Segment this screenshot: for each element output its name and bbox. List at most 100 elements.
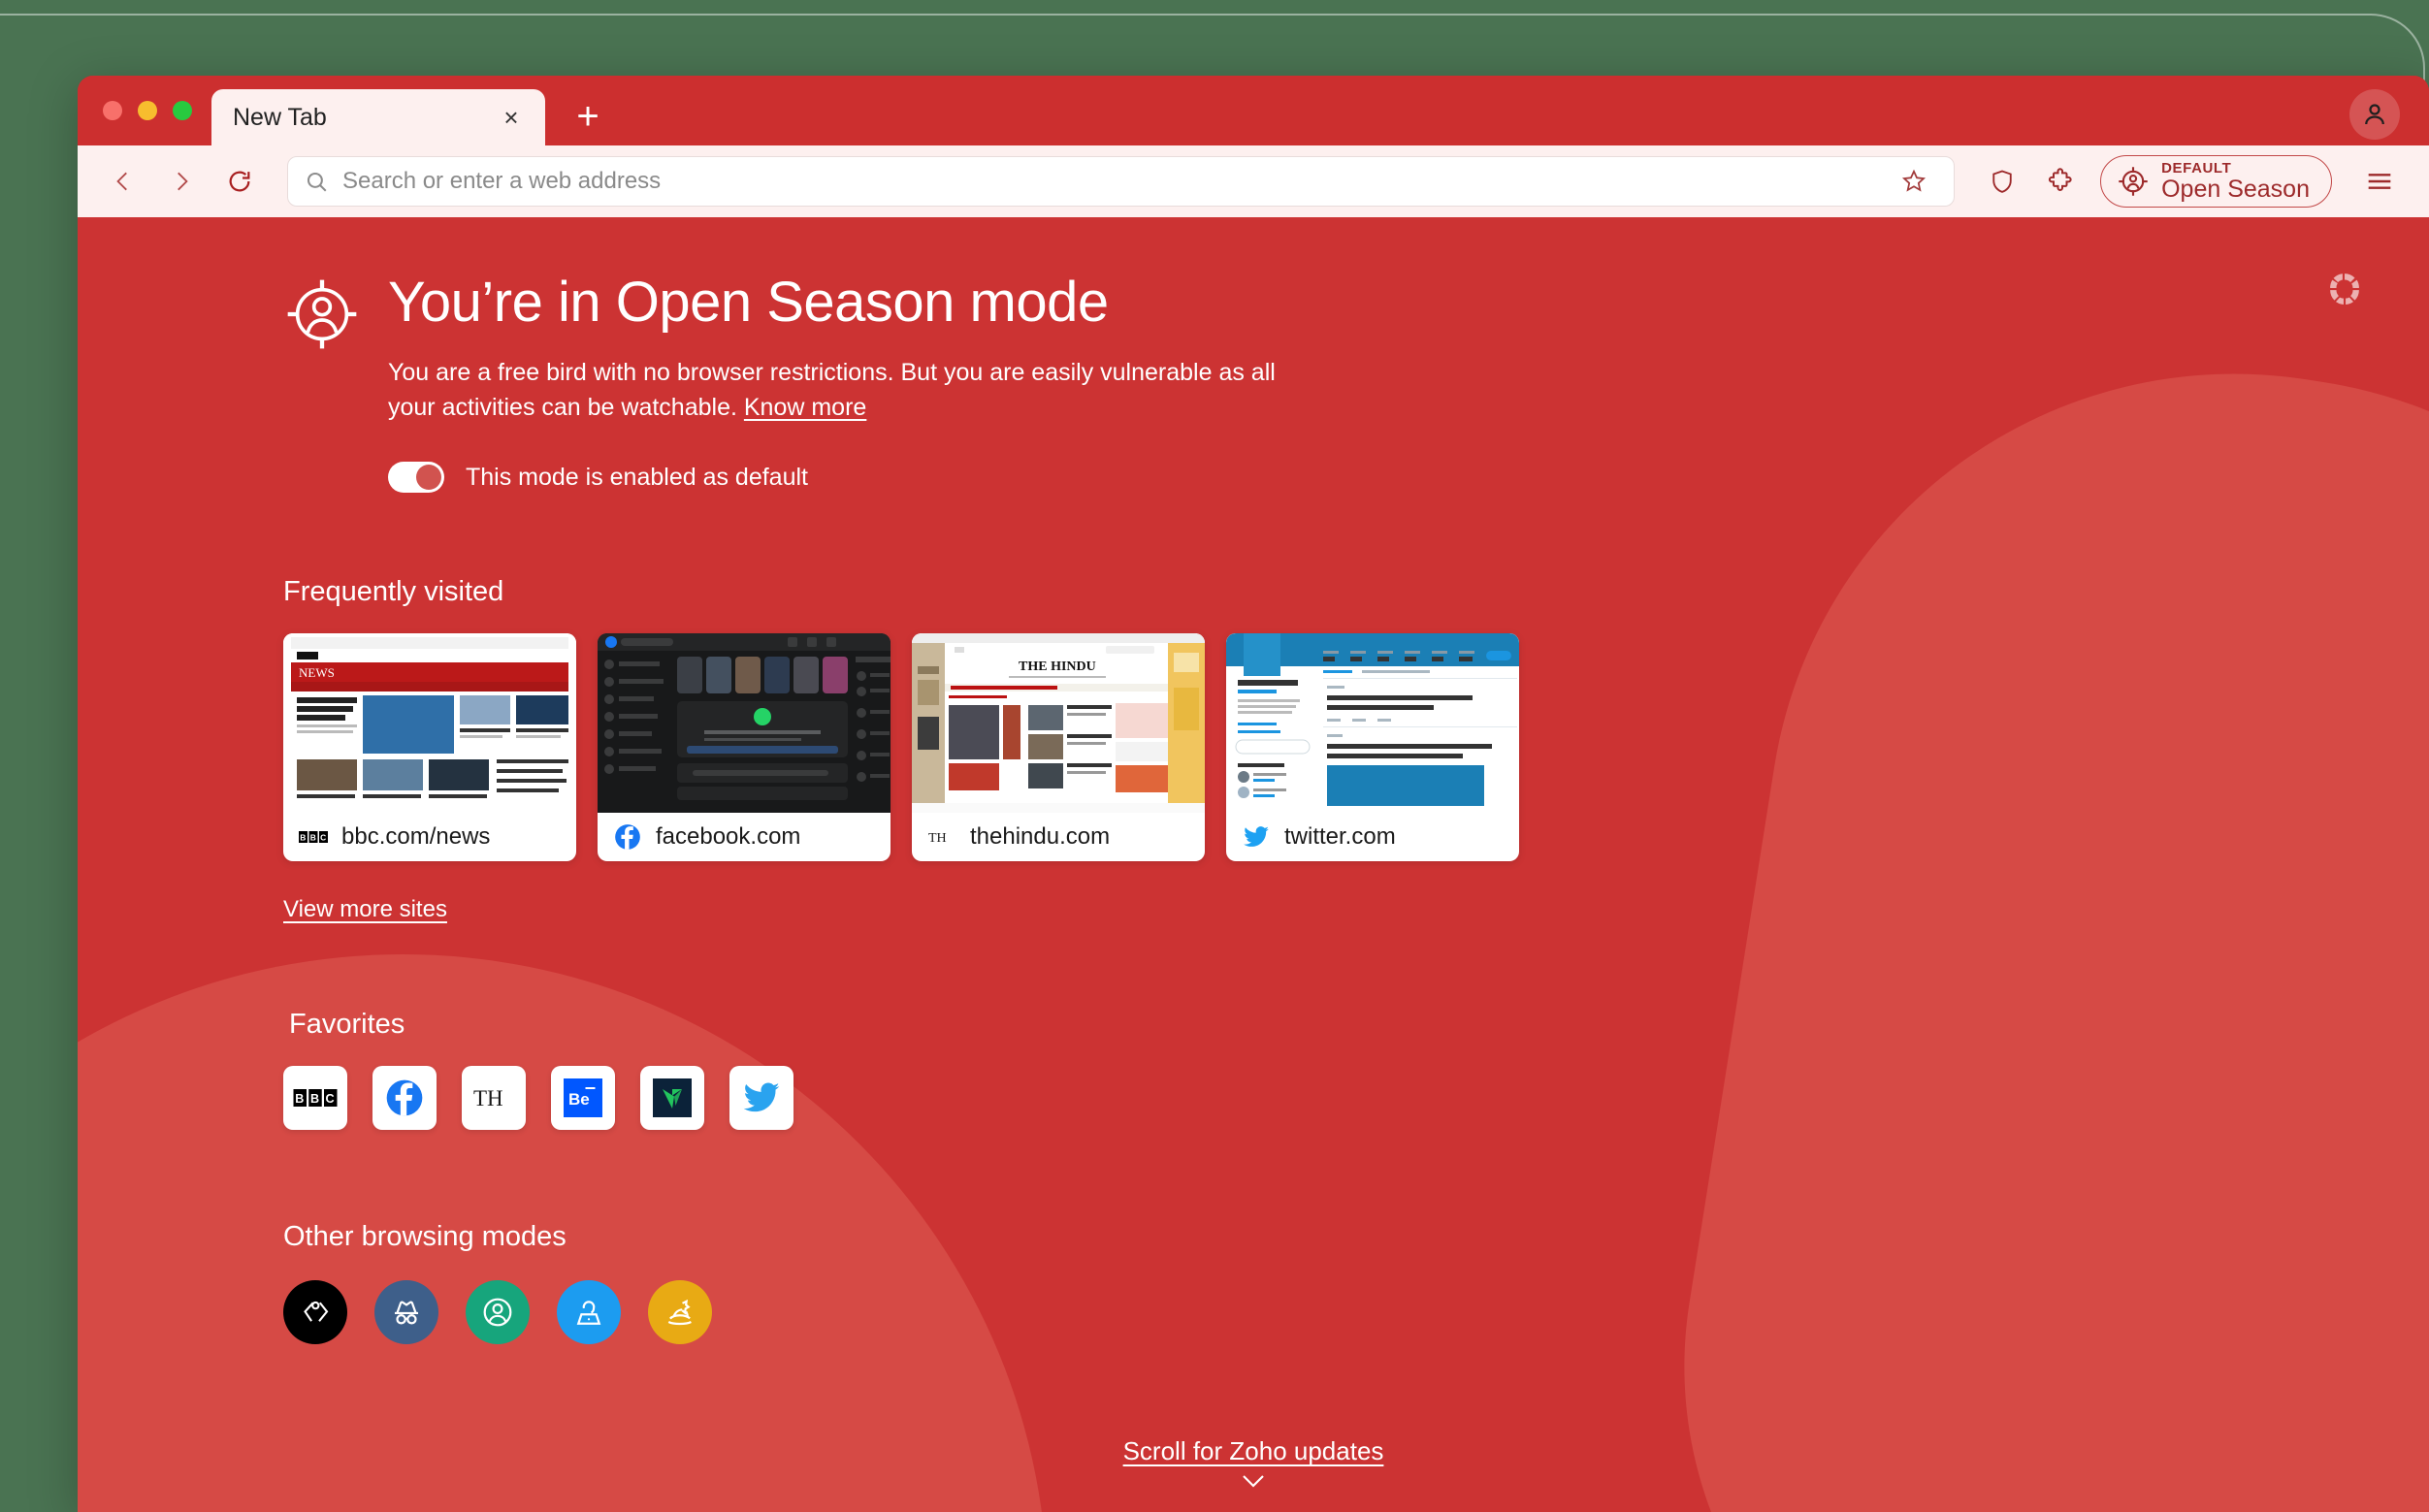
svg-text:Be: Be <box>568 1090 590 1109</box>
frequently-visited-title: Frequently visited <box>283 576 504 607</box>
mode-personal-button[interactable] <box>466 1280 530 1344</box>
svg-text:B: B <box>310 832 316 842</box>
app-menu-button[interactable] <box>2355 157 2404 206</box>
theme-switch-button[interactable] <box>2328 272 2361 309</box>
puzzle-piece-icon <box>2049 168 2072 191</box>
svg-text:TH: TH <box>473 1086 503 1110</box>
other-browsing-modes-title: Other browsing modes <box>283 1221 567 1252</box>
svg-text:THE HINDU: THE HINDU <box>1019 659 1096 674</box>
favorite-item-thehindu[interactable]: TH <box>462 1066 526 1130</box>
page-footer: Scroll for Zoho updates <box>78 1436 2429 1495</box>
tab-title: New Tab <box>233 103 327 131</box>
svg-text:C: C <box>326 1092 335 1106</box>
maximize-window-button[interactable] <box>173 101 192 120</box>
reload-icon <box>229 171 250 192</box>
browsing-mode-pill[interactable]: DEFAULT Open Season <box>2100 155 2332 208</box>
thehindu-logo-icon: TH <box>473 1086 503 1110</box>
page-description: You are a free bird with no browser rest… <box>388 356 1290 425</box>
forward-button[interactable] <box>157 157 206 206</box>
user-avatar-icon <box>2365 104 2384 125</box>
site-label-row: facebook.com <box>598 813 891 861</box>
facebook-logo-icon <box>386 1079 423 1116</box>
address-bar[interactable]: Search or enter a web address <box>287 156 1956 207</box>
site-label: bbc.com/news <box>341 823 491 850</box>
other-browsing-modes-list <box>283 1280 2429 1344</box>
person-laptop-icon <box>576 1301 601 1325</box>
favorite-item-behance[interactable]: Be <box>551 1066 615 1130</box>
crosshair-person-icon <box>2119 167 2148 196</box>
mode-name: Open Season <box>2161 175 2310 203</box>
site-label: twitter.com <box>1284 823 1396 850</box>
bookmark-star-button[interactable] <box>1890 157 1938 206</box>
new-tab-button[interactable]: + <box>561 89 615 144</box>
back-button[interactable] <box>99 157 147 206</box>
window-controls <box>103 101 192 120</box>
svg-text:C: C <box>320 832 326 842</box>
twitter-logo-icon <box>1242 822 1271 852</box>
frequently-visited-list: NEWS B B C bbc.com/news facebook.com THE… <box>283 633 2429 861</box>
profile-avatar-button[interactable] <box>2349 89 2400 140</box>
frequently-visited-card[interactable]: THE HINDU TH thehindu.com <box>912 633 1205 861</box>
site-label-row: twitter.com <box>1226 813 1519 861</box>
page-title: You’re in Open Season mode <box>388 271 1109 334</box>
hamburger-menu-icon <box>2368 174 2391 189</box>
close-tab-icon[interactable]: × <box>495 101 528 134</box>
star-icon <box>1902 169 1927 192</box>
chevron-right-icon <box>178 172 188 191</box>
default-mode-toggle-row: This mode is enabled as default <box>388 462 1290 493</box>
favorite-item-facebook[interactable] <box>372 1066 437 1130</box>
minimize-window-button[interactable] <box>138 101 157 120</box>
frequently-visited-card[interactable]: facebook.com <box>598 633 891 861</box>
facebook-preview <box>598 633 891 813</box>
mode-kicker: DEFAULT <box>2161 160 2232 177</box>
frequently-visited-card[interactable]: twitter.com <box>1226 633 1519 861</box>
know-more-link[interactable]: Know more <box>744 394 866 421</box>
frequently-visited-card[interactable]: NEWS B B C bbc.com/news <box>283 633 576 861</box>
default-mode-toggle[interactable] <box>388 462 444 493</box>
browser-tab[interactable]: New Tab × <box>211 89 545 145</box>
shield-button[interactable] <box>1978 157 2026 206</box>
svg-text:TH: TH <box>928 831 947 846</box>
chevron-down-icon[interactable] <box>1239 1472 1268 1495</box>
site-label: facebook.com <box>656 823 801 850</box>
hero-icon-wrap <box>283 275 361 358</box>
favorite-item-zoho[interactable] <box>640 1066 704 1130</box>
crosshair-person-icon <box>287 279 357 349</box>
browser-toolbar: Search or enter a web address DEFAULT Op… <box>78 145 2429 217</box>
toggle-knob <box>416 465 441 490</box>
view-more-sites-link[interactable]: View more sites <box>283 896 447 923</box>
site-thumbnail: THE HINDU <box>912 633 1205 813</box>
site-label-row: B B C bbc.com/news <box>283 813 576 861</box>
extensions-button[interactable] <box>2036 157 2085 206</box>
favorites-title: Favorites <box>289 1009 405 1040</box>
browser-window: New Tab × + Search or enter a web addres… <box>78 76 2429 1512</box>
mode-incognito-button[interactable] <box>374 1280 438 1344</box>
mode-developer-button[interactable] <box>283 1280 347 1344</box>
incognito-hat-icon <box>394 1301 419 1325</box>
close-window-button[interactable] <box>103 101 122 120</box>
person-circle-icon <box>483 1298 512 1327</box>
behance-logo-icon: Be <box>564 1078 602 1117</box>
default-mode-toggle-label: This mode is enabled as default <box>466 463 808 491</box>
color-wheel-icon <box>2330 273 2359 305</box>
mode-work-button[interactable] <box>557 1280 621 1344</box>
tab-strip: New Tab × + <box>78 76 2429 145</box>
hero-block: You’re in Open Season mode You are a fre… <box>283 270 2429 493</box>
bbc-logo-icon: B B C <box>293 1089 338 1107</box>
site-label-row: TH thehindu.com <box>912 813 1205 861</box>
reload-button[interactable] <box>215 157 264 206</box>
favorite-item-twitter[interactable] <box>729 1066 793 1130</box>
thehindu-logo-icon: TH <box>927 822 956 852</box>
svg-text:B: B <box>300 832 306 842</box>
address-input[interactable]: Search or enter a web address <box>342 168 1876 195</box>
zoho-logo-icon <box>653 1078 692 1117</box>
scroll-for-updates-link[interactable]: Scroll for Zoho updates <box>1123 1436 1384 1466</box>
favorite-item-bbc[interactable]: B B C <box>283 1066 347 1130</box>
new-tab-page: You’re in Open Season mode You are a fre… <box>78 217 2429 1512</box>
twitter-logo-icon <box>743 1082 780 1112</box>
chevron-left-icon <box>116 172 127 191</box>
site-label: thehindu.com <box>970 823 1111 850</box>
rocking-horse-icon <box>667 1299 692 1326</box>
facebook-logo-icon <box>613 822 642 852</box>
mode-kids-button[interactable] <box>648 1280 712 1344</box>
